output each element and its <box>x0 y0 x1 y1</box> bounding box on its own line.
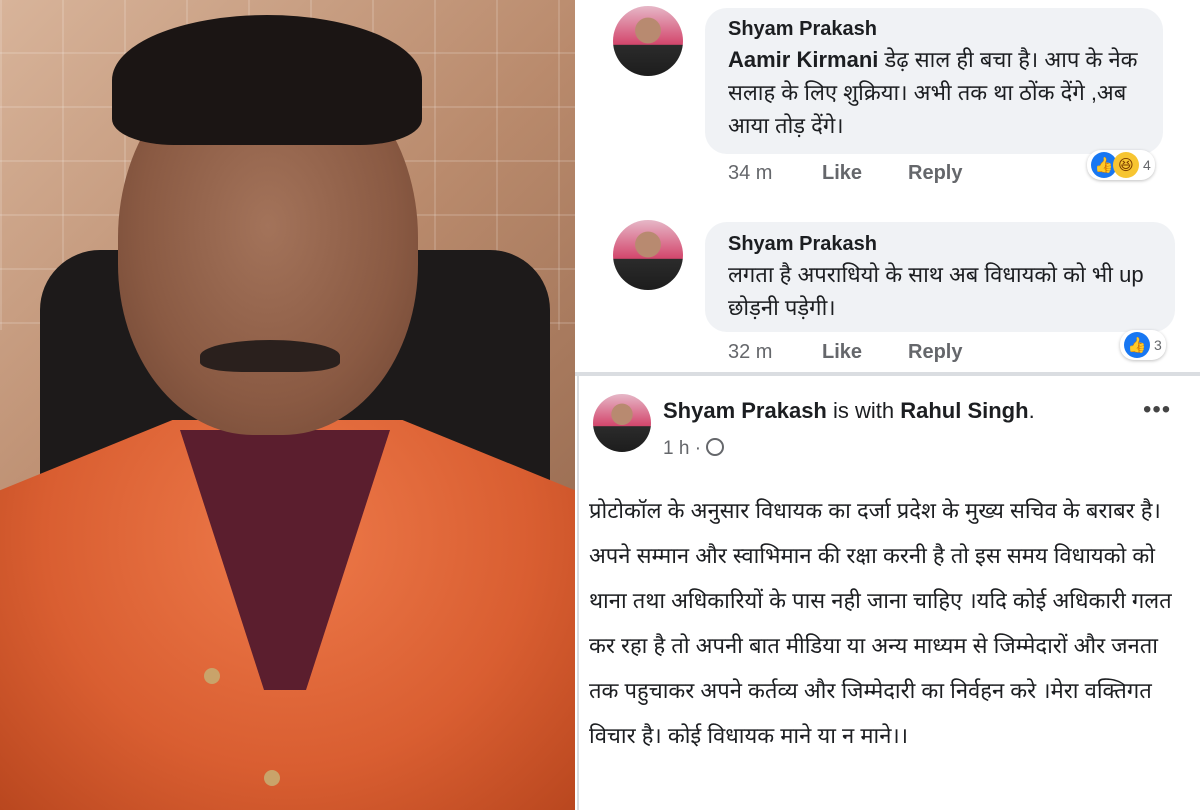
post-timestamp[interactable]: 1 h · <box>663 438 725 460</box>
post-author-avatar[interactable] <box>593 394 651 452</box>
more-options-button[interactable]: ••• <box>1143 396 1171 424</box>
post-body: प्रोटोकॉल के अनुसार विधायक का दर्जा प्रद… <box>589 498 1172 748</box>
like-button[interactable]: Like <box>822 341 862 364</box>
reply-button[interactable]: Reply <box>908 341 962 364</box>
jacket-button <box>204 668 220 684</box>
comment-text: Aamir Kirmani डेढ़ साल ही बचा है। आप के … <box>728 43 1153 142</box>
hair <box>112 15 422 145</box>
comment-time[interactable]: 32 m <box>728 341 772 364</box>
comment-author[interactable]: Shyam Prakash <box>728 233 877 256</box>
globe-icon <box>706 438 725 456</box>
post-border <box>577 376 579 810</box>
mention-link[interactable]: Aamir Kirmani <box>728 47 878 72</box>
comment-time[interactable]: 34 m <box>728 162 772 185</box>
tagged-user[interactable]: Rahul Singh <box>900 398 1028 423</box>
post-author[interactable]: Shyam Prakash <box>663 398 827 423</box>
post-time-text: 1 h · <box>663 438 707 459</box>
commenter-avatar[interactable] <box>613 220 683 290</box>
haha-reaction-icon: 😆 <box>1113 152 1139 178</box>
reply-button[interactable]: Reply <box>908 162 962 185</box>
with-text: is with <box>826 398 901 423</box>
comment-text: लगता है अपराधियो के साथ अब विधायको को भी… <box>728 262 1144 320</box>
reaction-count: 3 <box>1154 337 1162 353</box>
like-button[interactable]: Like <box>822 162 862 185</box>
header-suffix: . <box>1028 398 1035 423</box>
social-feed: Shyam Prakash Aamir Kirmani डेढ़ साल ही … <box>575 0 1200 810</box>
reaction-summary[interactable]: 👍 3 <box>1120 330 1166 360</box>
person-photo <box>0 0 575 810</box>
reaction-summary[interactable]: 👍 😆 4 <box>1087 150 1155 180</box>
jacket-button <box>264 770 280 786</box>
section-divider <box>575 372 1200 376</box>
comment-author[interactable]: Shyam Prakash <box>728 18 877 41</box>
commenter-avatar[interactable] <box>613 6 683 76</box>
post-header: Shyam Prakash is with Rahul Singh. <box>663 398 1035 424</box>
like-reaction-icon: 👍 <box>1124 332 1150 358</box>
mustache <box>200 340 340 372</box>
reaction-count: 4 <box>1143 157 1151 173</box>
